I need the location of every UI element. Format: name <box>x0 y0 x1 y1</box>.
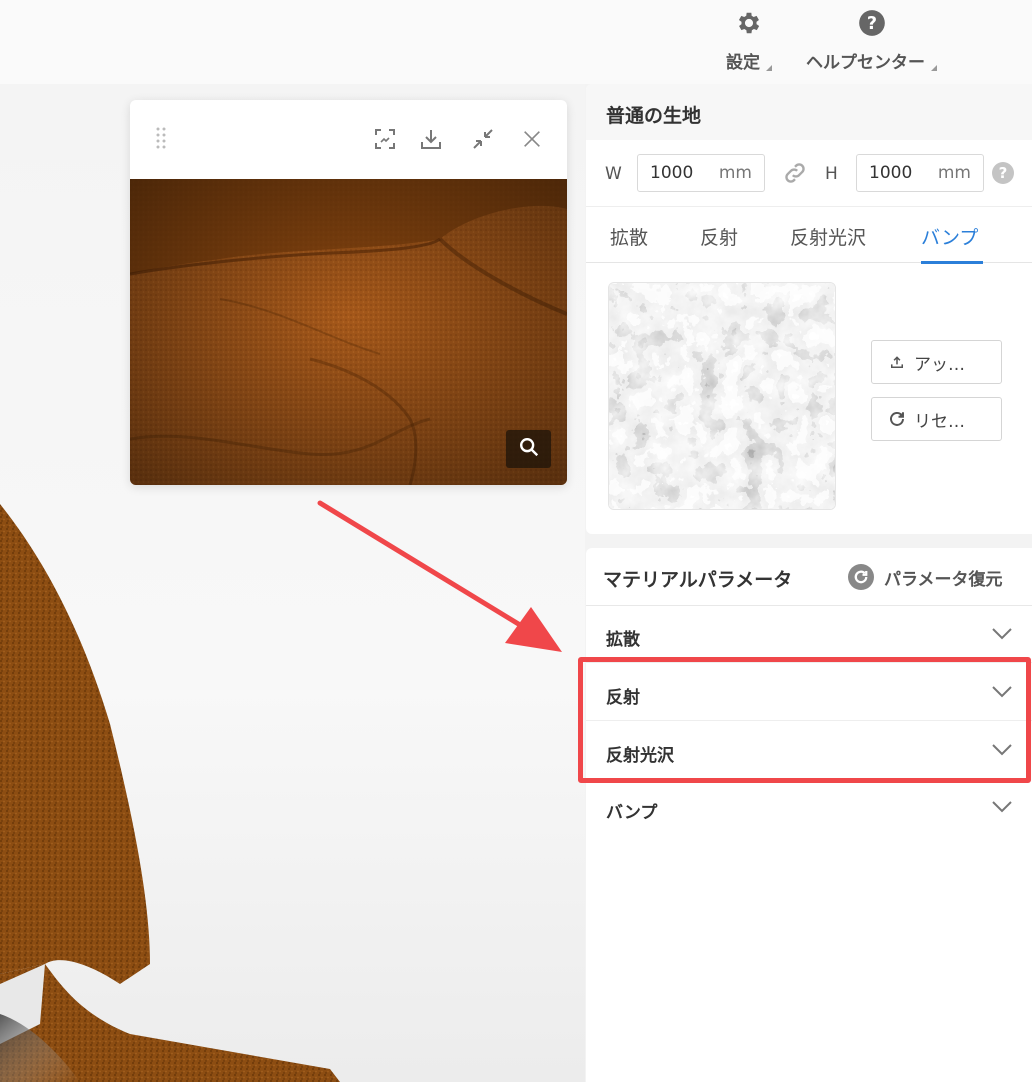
tab-diffuse[interactable]: 拡散 <box>610 223 648 250</box>
tab-reflection[interactable]: 反射 <box>700 223 738 250</box>
settings-label: 設定 <box>726 48 772 73</box>
chevron-down-icon <box>992 628 1012 640</box>
top-bar: 設定 ? ヘルプセンター <box>0 0 1032 84</box>
material-params-panel: マテリアルパラメータ パラメータ復元 拡散 反射 反射光沢 バンプ <box>586 548 1032 1082</box>
map-tabs: 拡散 反射 反射光沢 バンプ <box>586 206 1032 264</box>
settings-menu[interactable]: 設定 <box>726 8 772 73</box>
upload-label: アッ… <box>914 354 965 375</box>
material-panel: 普通の生地 W 1000 mm H 1000 mm ? 拡散 反射 反射光沢 バ… <box>586 84 1032 534</box>
preview-toolbar <box>130 100 567 179</box>
search-icon <box>518 436 540 462</box>
height-label: H <box>825 164 838 184</box>
section-label: バンプ <box>606 803 658 823</box>
sofa-render-image <box>130 179 567 485</box>
section-diffuse[interactable]: 拡散 <box>586 606 1032 663</box>
help-center-menu[interactable]: ? ヘルプセンター <box>806 8 937 73</box>
bump-texture-thumbnail[interactable] <box>608 282 836 510</box>
restore-label: パラメータ復元 <box>884 569 1003 590</box>
close-icon[interactable] <box>517 124 547 154</box>
dimension-row: W 1000 mm H 1000 mm <box>586 140 1032 206</box>
section-label: 拡散 <box>606 630 640 650</box>
material-name: 普通の生地 <box>606 105 702 127</box>
link-icon[interactable] <box>782 160 808 186</box>
drag-handle-icon[interactable] <box>156 127 166 151</box>
width-input[interactable]: 1000 mm <box>637 154 765 192</box>
zoom-button[interactable] <box>506 430 551 468</box>
height-unit: mm <box>937 163 971 183</box>
active-tab-indicator <box>921 261 983 264</box>
reset-button[interactable]: リセ… <box>871 397 1002 441</box>
help-circle-icon: ? <box>857 8 887 38</box>
reset-label: リセ… <box>914 411 965 432</box>
params-title: マテリアルパラメータ <box>603 569 793 591</box>
height-value: 1000 <box>869 163 913 183</box>
width-value: 1000 <box>650 163 694 183</box>
upload-button[interactable]: アッ… <box>871 340 1002 384</box>
screenshot-icon[interactable] <box>370 124 400 154</box>
svg-text:?: ? <box>866 14 876 34</box>
dimension-help-icon[interactable]: ? <box>992 162 1014 184</box>
download-icon[interactable] <box>416 124 446 154</box>
gear-icon <box>734 8 764 38</box>
refresh-icon <box>888 410 906 428</box>
tab-bump[interactable]: バンプ <box>921 223 978 250</box>
restore-icon <box>848 564 874 590</box>
upload-icon <box>888 353 906 371</box>
section-bump[interactable]: バンプ <box>586 779 1032 836</box>
render-preview-card <box>130 100 567 485</box>
restore-params-button[interactable]: パラメータ復元 <box>848 564 1003 590</box>
width-label: W <box>605 164 622 184</box>
tab-reflection-gloss[interactable]: 反射光沢 <box>790 223 866 250</box>
width-unit: mm <box>718 163 752 183</box>
height-input[interactable]: 1000 mm <box>856 154 984 192</box>
help-center-label: ヘルプセンター <box>806 48 937 73</box>
chevron-down-icon <box>992 801 1012 813</box>
highlight-box <box>578 657 1031 783</box>
collapse-icon[interactable] <box>468 124 498 154</box>
